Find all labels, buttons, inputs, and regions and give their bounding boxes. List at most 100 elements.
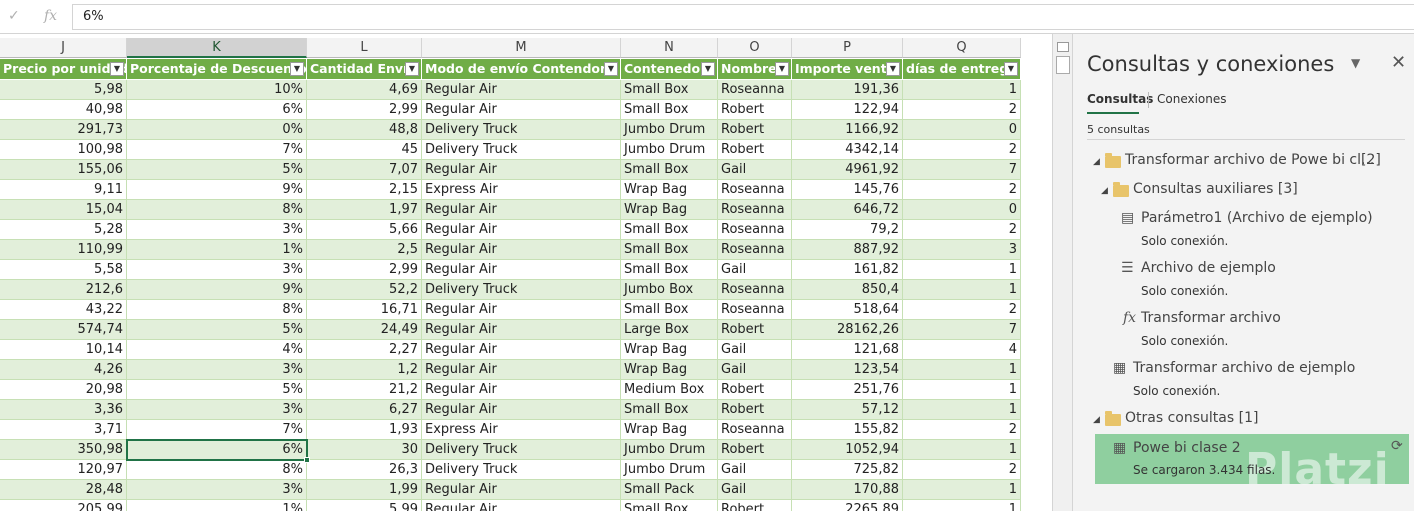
table-cell[interactable]: Regular Air xyxy=(422,240,621,260)
table-cell[interactable]: 8% xyxy=(127,200,307,220)
table-cell[interactable]: 4 xyxy=(903,340,1021,360)
table-cell[interactable]: 155,06 xyxy=(0,160,127,180)
table-cell[interactable]: 5,58 xyxy=(0,260,127,280)
table-cell[interactable]: 5,98 xyxy=(0,80,127,100)
table-cell[interactable]: Wrap Bag xyxy=(621,360,718,380)
table-header-cell[interactable]: Cantidad Envío ▼ xyxy=(307,59,422,79)
query-parametro1[interactable]: Parámetro1 (Archivo de ejemplo) xyxy=(1141,210,1373,226)
table-cell[interactable]: 2 xyxy=(903,300,1021,320)
table-cell[interactable]: 2 xyxy=(903,420,1021,440)
table-cell[interactable]: 5% xyxy=(127,380,307,400)
table-cell[interactable]: 191,36 xyxy=(792,80,903,100)
table-cell[interactable]: 2,99 xyxy=(307,260,422,280)
table-cell[interactable]: 1% xyxy=(127,240,307,260)
close-icon[interactable]: ✕ xyxy=(1391,52,1406,73)
table-cell[interactable]: Large Box xyxy=(621,320,718,340)
table-cell[interactable]: 646,72 xyxy=(792,200,903,220)
tab-queries[interactable]: Consultas xyxy=(1087,92,1153,106)
table-cell[interactable]: 28,48 xyxy=(0,480,127,500)
table-cell[interactable]: 205,99 xyxy=(0,500,127,511)
column-header-k[interactable]: K xyxy=(127,38,307,58)
table-cell[interactable]: Jumbo Drum xyxy=(621,460,718,480)
table-cell[interactable]: Robert xyxy=(718,500,792,511)
table-cell[interactable]: Gail xyxy=(718,360,792,380)
table-cell[interactable]: 0% xyxy=(127,120,307,140)
table-cell[interactable]: 1 xyxy=(903,480,1021,500)
table-cell[interactable]: Medium Box xyxy=(621,380,718,400)
table-cell[interactable]: Jumbo Drum xyxy=(621,140,718,160)
table-cell[interactable]: 3% xyxy=(127,220,307,240)
table-cell[interactable]: 1,93 xyxy=(307,420,422,440)
column-header-n[interactable]: N xyxy=(621,38,718,58)
table-cell[interactable]: 24,49 xyxy=(307,320,422,340)
group-aux-label[interactable]: Consultas auxiliares [3] xyxy=(1133,181,1298,197)
table-cell[interactable]: 887,92 xyxy=(792,240,903,260)
table-cell[interactable]: 16,71 xyxy=(307,300,422,320)
table-cell[interactable]: 45 xyxy=(307,140,422,160)
table-cell[interactable]: Regular Air xyxy=(422,100,621,120)
table-cell[interactable]: 123,54 xyxy=(792,360,903,380)
table-cell[interactable]: 1% xyxy=(127,500,307,511)
table-cell[interactable]: 850,4 xyxy=(792,280,903,300)
table-cell[interactable]: 7% xyxy=(127,420,307,440)
table-cell[interactable]: Delivery Truck xyxy=(422,280,621,300)
table-cell[interactable]: 5% xyxy=(127,160,307,180)
table-cell[interactable]: 6% xyxy=(127,100,307,120)
table-cell[interactable]: 2,27 xyxy=(307,340,422,360)
filter-dropdown-icon[interactable]: ▼ xyxy=(290,62,304,76)
table-cell[interactable]: 4,26 xyxy=(0,360,127,380)
table-header-cell[interactable]: Precio por unidad ▼ xyxy=(0,59,127,79)
table-cell[interactable]: 10,14 xyxy=(0,340,127,360)
table-cell[interactable]: Jumbo Drum xyxy=(621,120,718,140)
filter-dropdown-icon[interactable]: ▼ xyxy=(886,62,900,76)
table-cell[interactable]: Wrap Bag xyxy=(621,200,718,220)
filter-dropdown-icon[interactable]: ▼ xyxy=(1004,62,1018,76)
table-cell[interactable]: Delivery Truck xyxy=(422,120,621,140)
table-cell[interactable]: Delivery Truck xyxy=(422,440,621,460)
table-cell[interactable]: 3% xyxy=(127,260,307,280)
table-cell[interactable]: Gail xyxy=(718,480,792,500)
table-cell[interactable]: 5% xyxy=(127,320,307,340)
table-cell[interactable]: Regular Air xyxy=(422,400,621,420)
filter-dropdown-icon[interactable]: ▼ xyxy=(775,62,789,76)
table-cell[interactable]: 8% xyxy=(127,300,307,320)
table-cell[interactable]: 725,82 xyxy=(792,460,903,480)
table-header-cell[interactable]: Porcentaje de Descuento ▼ xyxy=(127,59,307,79)
column-header-q[interactable]: Q xyxy=(903,38,1021,58)
column-header-m[interactable]: M xyxy=(422,38,621,58)
table-cell[interactable]: 574,74 xyxy=(0,320,127,340)
table-cell[interactable]: 212,6 xyxy=(0,280,127,300)
expand-triangle-icon[interactable]: ◢ xyxy=(1093,415,1100,425)
table-cell[interactable]: Regular Air xyxy=(422,260,621,280)
table-header-cell[interactable]: días de entrega ▼ xyxy=(903,59,1021,79)
table-cell[interactable]: 4961,92 xyxy=(792,160,903,180)
table-cell[interactable]: Roseanna xyxy=(718,280,792,300)
table-cell[interactable]: 1 xyxy=(903,440,1021,460)
table-cell[interactable]: 3 xyxy=(903,240,1021,260)
table-cell[interactable]: Robert xyxy=(718,100,792,120)
fx-icon[interactable]: fx xyxy=(44,8,57,24)
table-cell[interactable]: 1 xyxy=(903,500,1021,511)
table-cell[interactable]: 0 xyxy=(903,200,1021,220)
table-header-cell[interactable]: Nombre ▼ xyxy=(718,59,792,79)
table-cell[interactable]: Small Box xyxy=(621,500,718,511)
table-cell[interactable]: Gail xyxy=(718,340,792,360)
table-cell[interactable]: 251,76 xyxy=(792,380,903,400)
table-cell[interactable]: 2 xyxy=(903,460,1021,480)
table-cell[interactable]: 7 xyxy=(903,160,1021,180)
table-cell[interactable]: 121,68 xyxy=(792,340,903,360)
table-cell[interactable]: Roseanna xyxy=(718,300,792,320)
table-cell[interactable]: Gail xyxy=(718,460,792,480)
table-cell[interactable]: Small Box xyxy=(621,300,718,320)
table-cell[interactable]: 2 xyxy=(903,100,1021,120)
table-cell[interactable]: 5,28 xyxy=(0,220,127,240)
table-cell[interactable]: Regular Air xyxy=(422,80,621,100)
query-transformar-archivo[interactable]: Transformar archivo xyxy=(1141,310,1281,326)
table-cell[interactable]: 170,88 xyxy=(792,480,903,500)
table-cell[interactable]: 3% xyxy=(127,360,307,380)
query-powe-bi-clase-2[interactable]: Powe bi clase 2 xyxy=(1133,440,1241,456)
table-cell[interactable]: 1,97 xyxy=(307,200,422,220)
table-cell[interactable]: 2 xyxy=(903,180,1021,200)
table-cell[interactable]: 9% xyxy=(127,180,307,200)
table-cell[interactable]: Regular Air xyxy=(422,220,621,240)
